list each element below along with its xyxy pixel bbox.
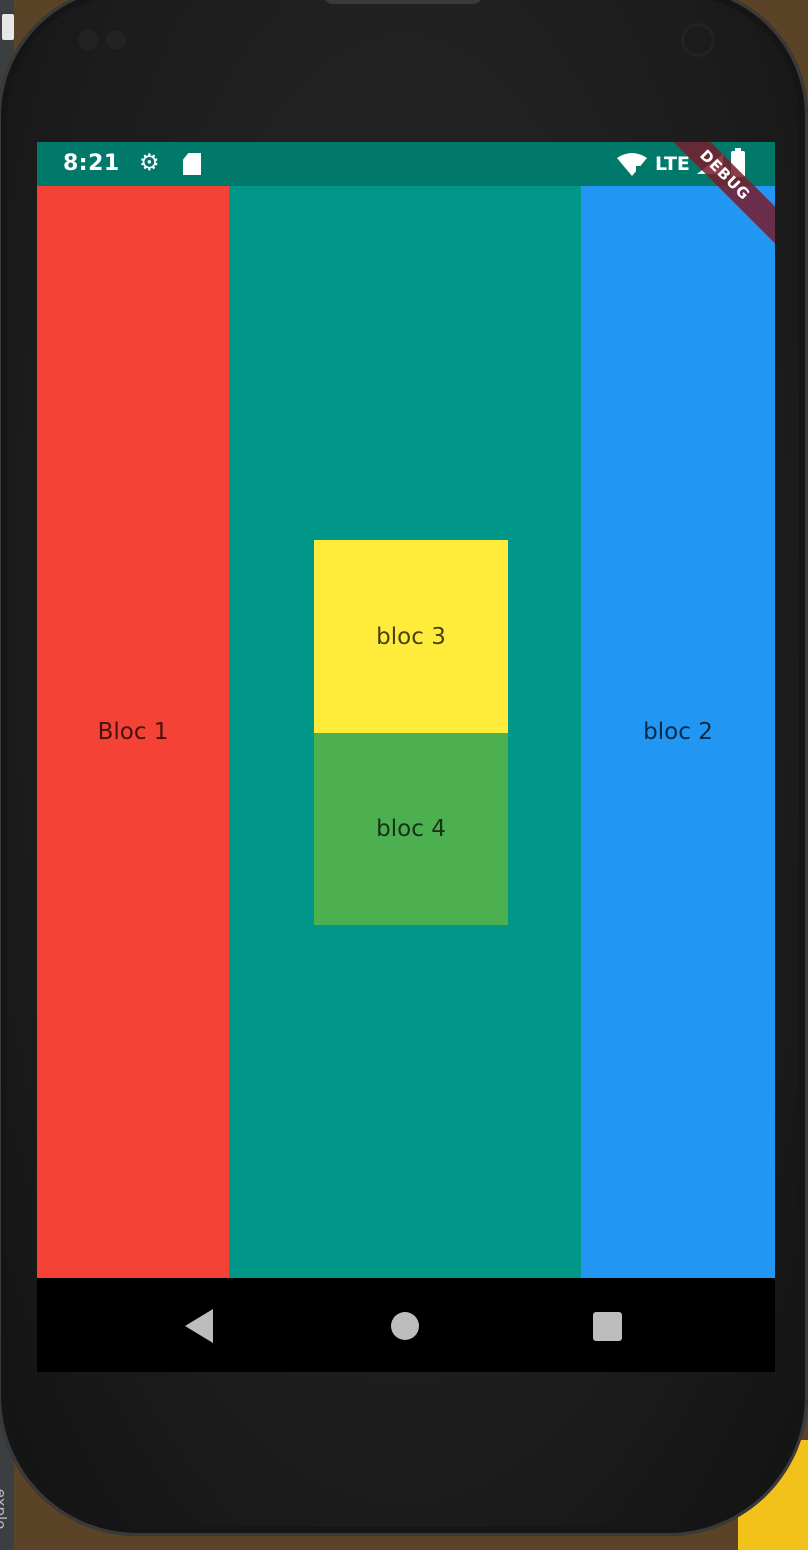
sensor-dot bbox=[78, 30, 98, 50]
speaker-grille bbox=[323, 0, 483, 4]
bloc-1-label: Bloc 1 bbox=[97, 719, 169, 745]
ide-side-tab-label[interactable]: explo bbox=[0, 1489, 9, 1530]
gear-icon: ⚙ bbox=[139, 150, 160, 176]
sensor-dot bbox=[106, 30, 126, 50]
bloc-3: bloc 3 bbox=[314, 540, 508, 733]
device-screen: 8:21 ⚙ LTE Bloc 1 bloc 2 bloc 3 bloc 4 D… bbox=[37, 142, 775, 1372]
bloc-2: bloc 2 bbox=[581, 186, 775, 1278]
sd-card-icon bbox=[183, 153, 201, 175]
network-type-label: LTE bbox=[655, 153, 690, 175]
bloc-3-label: bloc 3 bbox=[376, 623, 446, 650]
ide-tool-button[interactable] bbox=[2, 14, 14, 40]
bloc-2-label: bloc 2 bbox=[643, 719, 713, 745]
navigation-bar bbox=[37, 1278, 775, 1372]
bloc-4: bloc 4 bbox=[314, 733, 508, 925]
bloc-1: Bloc 1 bbox=[37, 186, 229, 1278]
wifi-icon bbox=[617, 153, 647, 176]
front-camera bbox=[684, 26, 712, 54]
status-bar: 8:21 ⚙ LTE bbox=[37, 142, 775, 186]
app-content: Bloc 1 bloc 2 bloc 3 bloc 4 bbox=[37, 186, 775, 1278]
recents-icon[interactable] bbox=[593, 1312, 622, 1341]
bloc-4-label: bloc 4 bbox=[376, 816, 446, 842]
status-time: 8:21 bbox=[63, 151, 120, 176]
back-icon[interactable] bbox=[185, 1309, 213, 1343]
home-icon[interactable] bbox=[391, 1312, 419, 1340]
